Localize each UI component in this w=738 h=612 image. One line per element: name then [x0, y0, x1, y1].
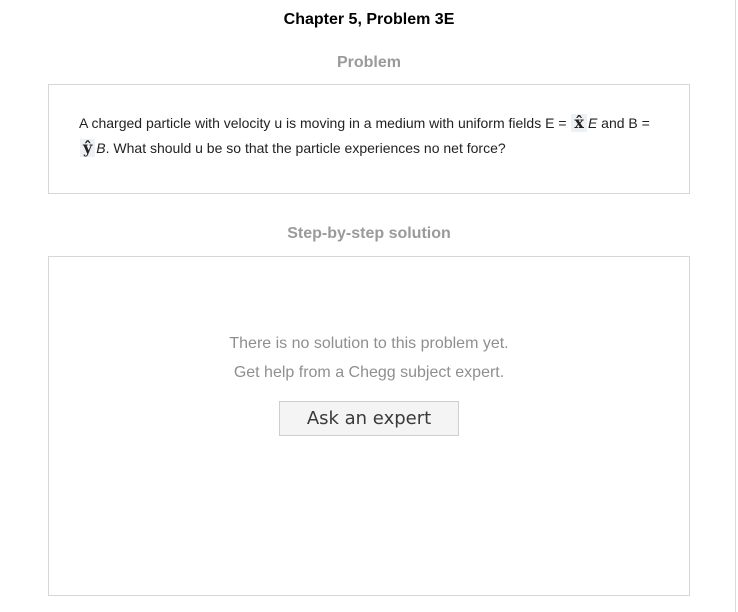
problem-text-part3: . What should u be so that the particle …: [105, 140, 506, 156]
problem-text-part1: A charged particle with velocity u is mo…: [79, 115, 567, 131]
no-solution-message: There is no solution to this problem yet…: [229, 335, 509, 352]
problem-heading: Problem: [336, 54, 401, 71]
problem-box: A charged particle with velocity u is mo…: [48, 84, 690, 194]
expert-help-message: Get help from a Chegg subject expert.: [233, 364, 505, 381]
textbook-solution-page: Chapter 5, Problem 3E Problem A charged …: [0, 0, 738, 612]
solution-box: There is no solution to this problem yet…: [48, 256, 690, 596]
right-divider: [735, 0, 736, 612]
problem-text-part2: and B =: [601, 115, 650, 131]
chapter-problem-title: Chapter 5, Problem 3E: [283, 11, 455, 28]
solution-heading: Step-by-step solution: [287, 225, 451, 242]
symbol-b: B: [96, 140, 106, 156]
unit-vector-y: ŷ: [80, 139, 96, 157]
symbol-e: E: [587, 115, 598, 131]
problem-statement: A charged particle with velocity u is mo…: [79, 111, 669, 161]
unit-vector-x: x̂: [571, 114, 587, 132]
ask-expert-button[interactable]: Ask an expert: [279, 401, 459, 436]
